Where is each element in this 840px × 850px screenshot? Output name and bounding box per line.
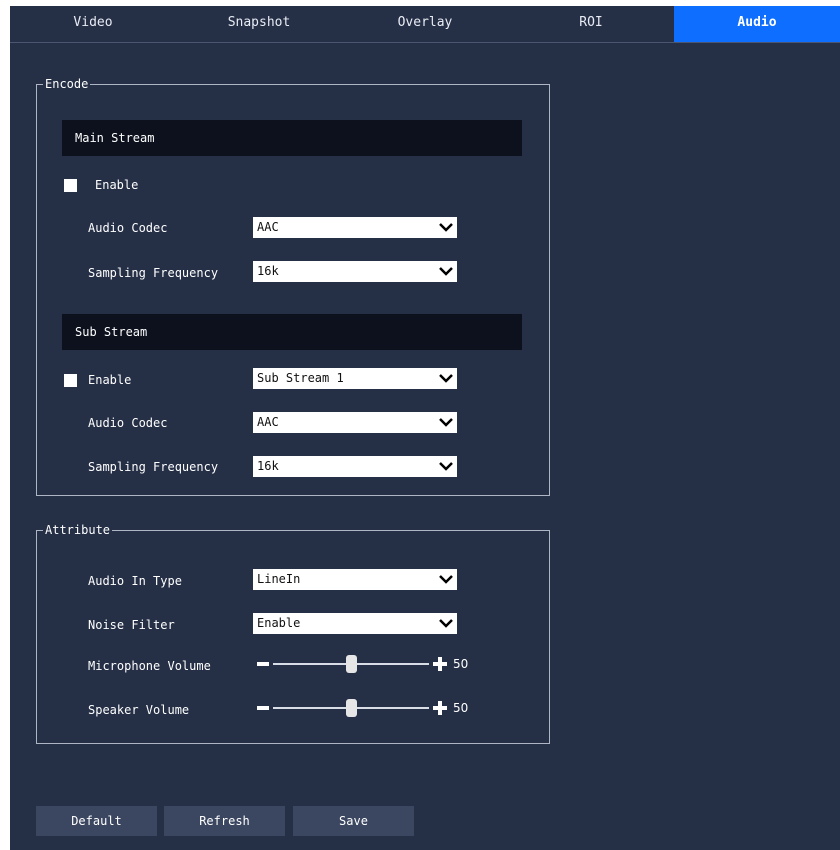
save-button[interactable]: Save — [293, 806, 414, 836]
chevron-down-icon — [439, 575, 453, 584]
main-audio-codec-select[interactable]: AAC — [253, 217, 457, 238]
microphone-volume-label: Microphone Volume — [88, 659, 211, 673]
encode-legend: Encode — [43, 77, 91, 91]
encode-group: Encode Main Stream Enable Audio Codec AA… — [36, 77, 550, 496]
speaker-volume-value: 50 — [453, 701, 469, 715]
minus-icon[interactable] — [257, 706, 269, 710]
audio-in-type-select[interactable]: LineIn — [253, 569, 457, 590]
main-sampling-frequency-select[interactable]: 16k — [253, 261, 457, 282]
chevron-down-icon — [439, 374, 453, 383]
speaker-volume-slider[interactable]: 50 — [257, 698, 479, 718]
attribute-group: Attribute Audio In Type LineIn Noise Fil… — [36, 523, 550, 744]
main-audio-codec-label: Audio Codec — [88, 221, 168, 235]
tab-audio[interactable]: Audio — [674, 6, 840, 42]
main-sampling-frequency-value: 16k — [257, 264, 279, 278]
main-stream-header: Main Stream — [62, 120, 522, 156]
sub-stream-enable-label: Enable — [88, 373, 132, 387]
tab-overlay[interactable]: Overlay — [342, 6, 508, 42]
tab-snapshot[interactable]: Snapshot — [176, 6, 342, 42]
chevron-down-icon — [439, 418, 453, 427]
minus-icon[interactable] — [257, 662, 269, 666]
noise-filter-label: Noise Filter — [88, 618, 175, 632]
chevron-down-icon — [439, 223, 453, 232]
sub-audio-codec-value: AAC — [257, 415, 279, 429]
tab-video[interactable]: Video — [10, 6, 176, 42]
speaker-volume-label: Speaker Volume — [88, 703, 190, 717]
chevron-down-icon — [439, 619, 453, 628]
audio-in-type-value: LineIn — [257, 572, 301, 586]
sub-stream-header: Sub Stream — [62, 314, 522, 350]
slider-thumb[interactable] — [346, 699, 357, 717]
tab-bar: Video Snapshot Overlay ROI Audio — [10, 6, 840, 43]
chevron-down-icon — [439, 462, 453, 471]
noise-filter-select[interactable]: Enable — [253, 613, 457, 634]
microphone-volume-slider[interactable]: 50 — [257, 654, 479, 674]
sub-sampling-frequency-label: Sampling Frequency — [88, 460, 219, 474]
refresh-button[interactable]: Refresh — [164, 806, 285, 836]
default-button[interactable]: Default — [36, 806, 157, 836]
attribute-legend: Attribute — [43, 523, 113, 537]
plus-icon[interactable] — [433, 657, 447, 671]
audio-settings-panel: Video Snapshot Overlay ROI Audio Encode … — [10, 6, 840, 850]
audio-in-type-label: Audio In Type — [88, 574, 182, 588]
noise-filter-value: Enable — [257, 616, 301, 630]
sub-stream-select[interactable]: Sub Stream 1 — [253, 368, 457, 389]
tab-roi[interactable]: ROI — [508, 6, 674, 42]
slider-thumb[interactable] — [346, 655, 357, 673]
sub-stream-value: Sub Stream 1 — [257, 371, 344, 385]
main-stream-enable-checkbox[interactable] — [64, 179, 77, 192]
sub-audio-codec-label: Audio Codec — [88, 416, 168, 430]
sub-sampling-frequency-value: 16k — [257, 459, 279, 473]
plus-icon[interactable] — [433, 701, 447, 715]
sub-sampling-frequency-select[interactable]: 16k — [253, 456, 457, 477]
sub-stream-enable-checkbox[interactable] — [64, 374, 77, 387]
main-stream-enable-label: Enable — [95, 178, 139, 192]
sub-audio-codec-select[interactable]: AAC — [253, 412, 457, 433]
microphone-volume-value: 50 — [453, 657, 469, 671]
chevron-down-icon — [439, 267, 453, 276]
main-sampling-frequency-label: Sampling Frequency — [88, 266, 219, 280]
main-audio-codec-value: AAC — [257, 220, 279, 234]
